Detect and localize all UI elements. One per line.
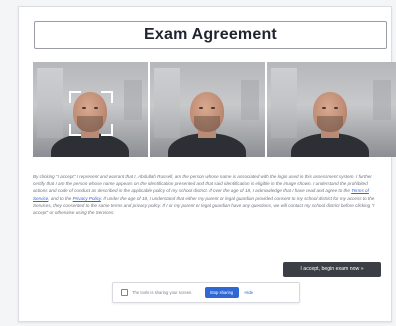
identity-photo-3 (267, 62, 396, 157)
privacy-policy-link[interactable]: Privacy Policy (73, 196, 101, 201)
page-title: Exam Agreement (144, 26, 277, 43)
agreement-text-part: , and to the (48, 195, 73, 201)
photo-background (271, 68, 297, 138)
agreement-card: Exam Agreement By clicking "I accept" I … (18, 6, 396, 322)
screen-share-bar: The tools is sharing your screen. Stop s… (112, 282, 300, 303)
stop-sharing-button[interactable]: Stop sharing (204, 287, 239, 298)
person-eye (334, 107, 338, 109)
face-frame-corner (101, 91, 113, 103)
identity-photo-1 (33, 62, 148, 157)
title-box: Exam Agreement (34, 21, 387, 49)
photo-background (154, 68, 180, 138)
face-frame-icon (69, 91, 113, 136)
hide-share-bar-link[interactable]: Hide (245, 290, 254, 295)
face-frame-corner (69, 91, 81, 103)
person-eye (211, 107, 215, 109)
agreement-text: By clicking "I accept" I represent and w… (33, 173, 381, 216)
photo-shelf (241, 80, 259, 120)
agreement-text-part: By clicking "I accept" I represent and w… (33, 174, 372, 194)
person-eye (199, 107, 203, 109)
photo-background (37, 68, 63, 138)
photo-shelf (124, 80, 142, 120)
identity-photo-strip (33, 62, 396, 157)
screen-share-icon (121, 289, 128, 296)
face-frame-corner (101, 124, 113, 136)
identity-photo-2 (150, 62, 265, 157)
person-beard (194, 116, 220, 132)
person-eye (322, 107, 326, 109)
face-frame-corner (69, 124, 81, 136)
screen-share-status: The tools is sharing your screen. (132, 290, 193, 295)
exam-agreement-page: Exam Agreement By clicking "I accept" I … (0, 0, 396, 326)
person-beard (317, 116, 343, 132)
accept-begin-exam-button[interactable]: I accept, begin exam now » (283, 262, 381, 277)
photo-shelf (373, 80, 391, 120)
